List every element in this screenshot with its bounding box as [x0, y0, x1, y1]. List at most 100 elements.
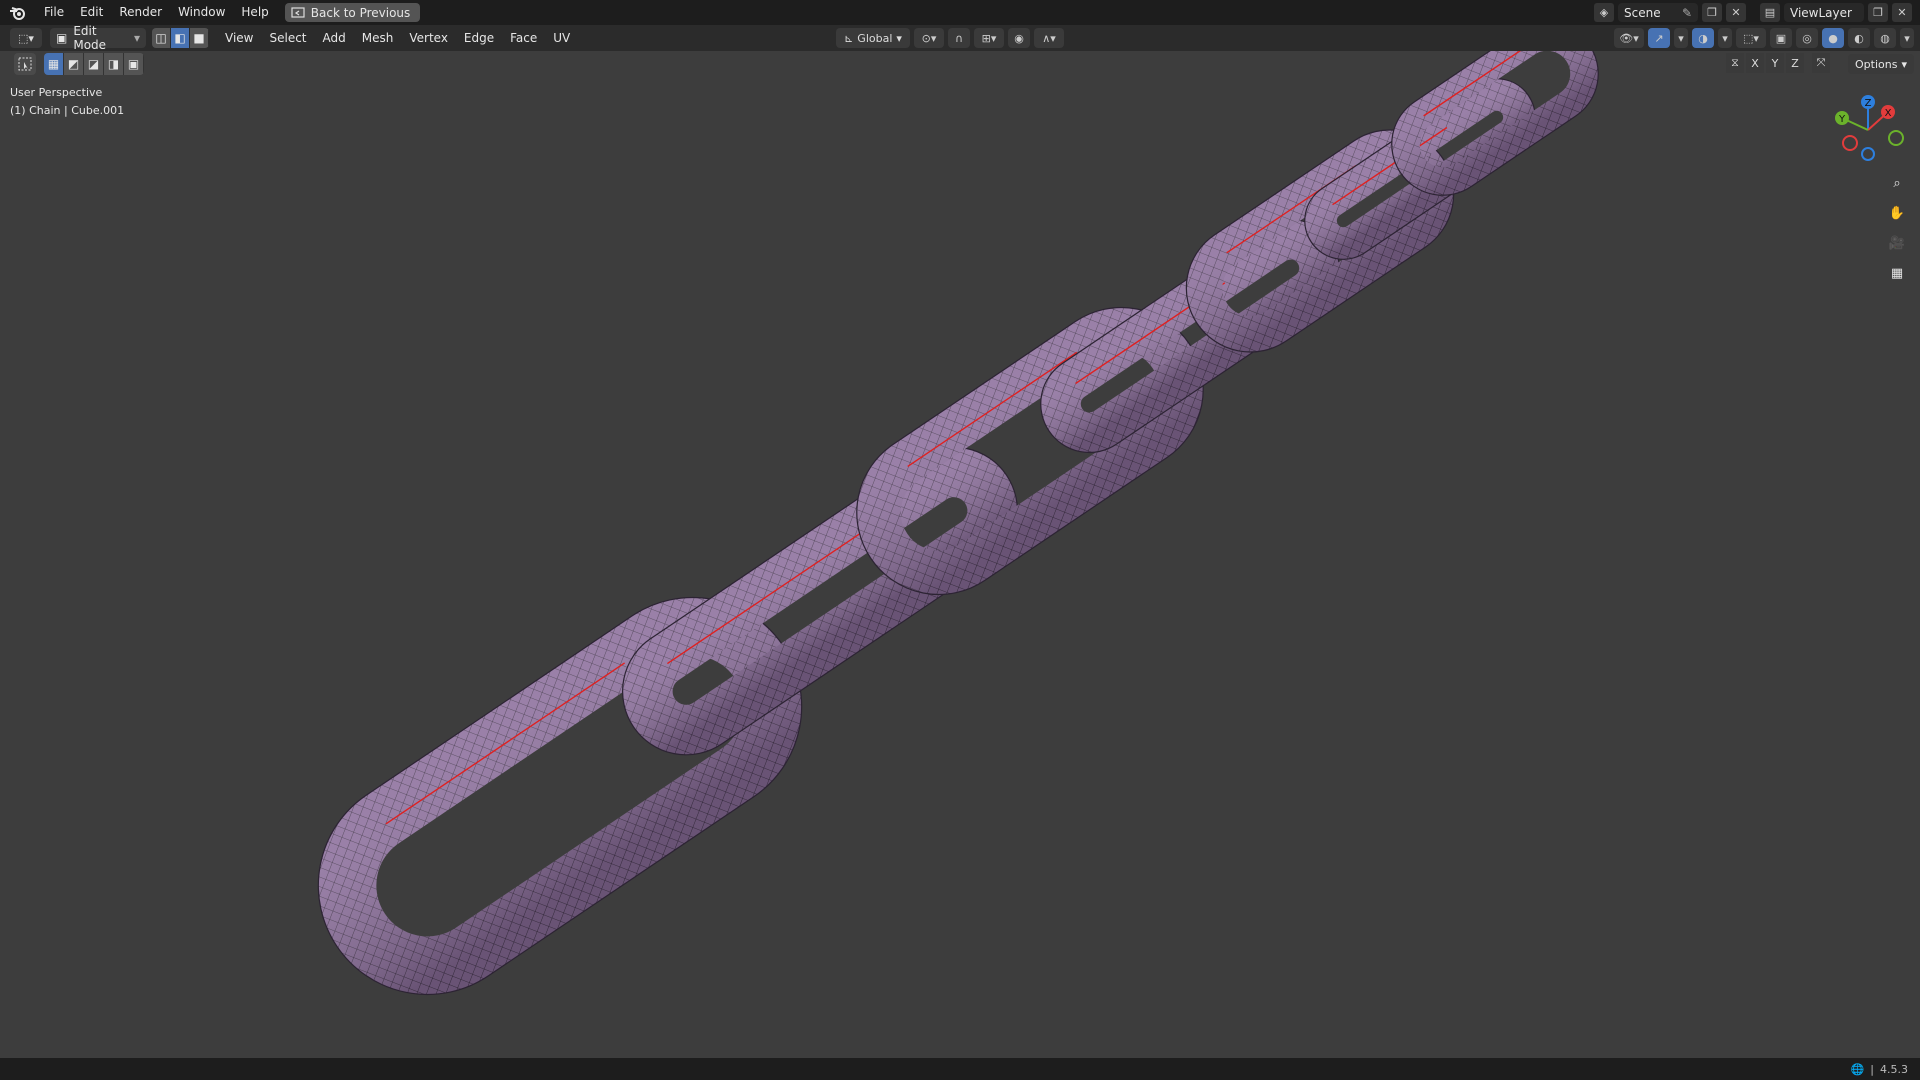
- visibility-eye-icon[interactable]: 👁▾: [1614, 28, 1644, 48]
- falloff-curve-icon[interactable]: ∧▾: [1034, 28, 1064, 48]
- material-shading-icon[interactable]: ◐: [1848, 28, 1870, 48]
- chevron-down-icon[interactable]: ▾: [1718, 28, 1732, 48]
- rendered-shading-icon[interactable]: ◍: [1874, 28, 1896, 48]
- chain-mesh[interactable]: [0, 51, 1920, 1058]
- gizmo-x-label: X: [1885, 108, 1892, 119]
- chevron-down-icon: ▾: [1901, 57, 1907, 71]
- status-separator: |: [1870, 1062, 1874, 1076]
- transform-orientation-dropdown[interactable]: ⊾ Global ▾: [836, 28, 910, 48]
- viewlayer-name-field[interactable]: ViewLayer: [1784, 3, 1864, 22]
- chain-links-group: [276, 51, 1599, 1037]
- chevron-down-icon: ▾: [133, 31, 140, 45]
- set-selection-icon[interactable]: ▦: [44, 53, 64, 75]
- viewport-display-tools: 👁▾ ↗ ▾ ◑ ▾ ⬚▾ ▣ ◎ ● ◐ ◍ ▾: [1614, 28, 1914, 48]
- zoom-magnifier-icon[interactable]: ⌕: [1886, 172, 1908, 194]
- tool-settings-row: ▦ ◩ ◪ ◨ ▣ ⧖ X Y Z ⤧ Options ▾: [0, 51, 1920, 77]
- scene-name-label: Scene: [1624, 5, 1661, 20]
- menu-view[interactable]: View: [217, 31, 261, 45]
- gizmo-toggle-icon[interactable]: ↗: [1648, 28, 1670, 48]
- overlays-toggle-icon[interactable]: ◑: [1692, 28, 1714, 48]
- menu-select[interactable]: Select: [261, 31, 314, 45]
- chevron-down-icon[interactable]: ▾: [1900, 28, 1914, 48]
- 3d-viewport[interactable]: [0, 51, 1920, 1058]
- wireframe-shading-icon[interactable]: ◎: [1796, 28, 1818, 48]
- gizmo-neg-z-axis[interactable]: [1861, 147, 1875, 161]
- menu-edit[interactable]: Edit: [72, 0, 111, 25]
- pin-icon[interactable]: ✎: [1682, 6, 1692, 20]
- intersect-selection-icon[interactable]: ▣: [124, 53, 144, 75]
- camera-view-icon[interactable]: 🎥: [1886, 232, 1908, 254]
- menu-face[interactable]: Face: [502, 31, 545, 45]
- top-menu-bar: File Edit Render Window Help Back to Pre…: [0, 0, 1920, 25]
- pivot-point-icon[interactable]: ⊙▾: [914, 28, 944, 48]
- vertex-select-icon[interactable]: ◫: [152, 28, 171, 48]
- menu-uv[interactable]: UV: [545, 31, 578, 45]
- axis-z-toggle[interactable]: Z: [1786, 53, 1804, 73]
- orientation-label: Global: [857, 31, 893, 45]
- workspace-controls: ◈ Scene ✎ ❐ ✕ ▤ ViewLayer ❐ ✕: [1594, 0, 1920, 25]
- gizmo-y-label: Y: [1838, 114, 1846, 125]
- gizmo-z-label: Z: [1865, 98, 1872, 109]
- edge-select-icon[interactable]: ◧: [171, 28, 190, 48]
- scene-name-field[interactable]: Scene ✎: [1618, 3, 1698, 22]
- options-label: Options: [1855, 57, 1898, 71]
- face-select-icon[interactable]: ■: [190, 28, 209, 48]
- navigation-gizmo[interactable]: Z X Y: [1820, 90, 1910, 170]
- active-object-label: (1) Chain | Cube.001: [10, 104, 125, 117]
- proportional-editing-icon[interactable]: ◉: [1008, 28, 1030, 48]
- blender-version-label: 4.5.3: [1880, 1062, 1908, 1076]
- orientation-axes-icon: ⊾: [844, 31, 854, 45]
- gizmo-neg-x-axis[interactable]: [1842, 135, 1858, 151]
- invert-selection-icon[interactable]: ◨: [104, 53, 124, 75]
- auto-merge-icon[interactable]: ⤧: [1812, 53, 1830, 73]
- mode-label: Edit Mode: [73, 24, 107, 52]
- menu-render[interactable]: Render: [111, 0, 170, 25]
- ortho-grid-icon[interactable]: ▦: [1886, 262, 1908, 284]
- mode-dropdown[interactable]: ▣ Edit Mode ▾: [50, 24, 146, 52]
- view-perspective-label: User Perspective: [10, 86, 103, 99]
- menu-mesh[interactable]: Mesh: [354, 31, 402, 45]
- new-viewlayer-icon[interactable]: ❐: [1868, 3, 1888, 22]
- scene-selector-icon[interactable]: ◈: [1594, 3, 1614, 22]
- pan-hand-icon[interactable]: ✋: [1886, 202, 1908, 224]
- chevron-down-icon[interactable]: ▾: [1674, 28, 1688, 48]
- status-bar: 🌐 | 4.5.3: [0, 1058, 1920, 1080]
- chain-link[interactable]: [276, 555, 844, 1037]
- axis-x-toggle[interactable]: X: [1746, 53, 1764, 73]
- gizmo-neg-y-axis[interactable]: [1888, 130, 1904, 146]
- selection-boolean-group: ▦ ◩ ◪ ◨ ▣: [44, 53, 144, 75]
- xray-toggle-icon[interactable]: ▣: [1770, 28, 1792, 48]
- menu-vertex[interactable]: Vertex: [401, 31, 456, 45]
- viewport-header: ⬚▾ ▣ Edit Mode ▾ ◫ ◧ ■ View Select Add M…: [0, 24, 1920, 52]
- viewlayer-selector-icon[interactable]: ▤: [1760, 3, 1780, 22]
- select-box-tool-icon[interactable]: [14, 53, 36, 75]
- transform-tools: ⊾ Global ▾ ⊙▾ ∩ ⊞▾ ◉ ∧▾: [836, 28, 1064, 48]
- edit-mode-icon: ▣: [56, 31, 68, 45]
- menu-help[interactable]: Help: [233, 0, 276, 25]
- mesh-edit-overlays-icon[interactable]: ⬚▾: [1736, 28, 1766, 48]
- snap-target-icon[interactable]: ⊞▾: [974, 28, 1004, 48]
- menu-edge[interactable]: Edge: [456, 31, 502, 45]
- new-scene-icon[interactable]: ❐: [1702, 3, 1722, 22]
- symmetry-icon[interactable]: ⧖: [1726, 53, 1744, 73]
- options-dropdown[interactable]: Options ▾: [1848, 54, 1914, 74]
- solid-shading-icon[interactable]: ●: [1822, 28, 1844, 48]
- extend-selection-icon[interactable]: ◩: [64, 53, 84, 75]
- delete-viewlayer-icon[interactable]: ✕: [1892, 3, 1912, 22]
- mirror-axes: ⧖ X Y Z ⤧: [1726, 53, 1830, 73]
- select-mode-group: ◫ ◧ ■: [152, 28, 209, 48]
- back-to-previous-label: Back to Previous: [310, 5, 411, 20]
- menu-add[interactable]: Add: [315, 31, 354, 45]
- menu-file[interactable]: File: [36, 0, 72, 25]
- network-globe-icon: 🌐: [1850, 1062, 1865, 1076]
- chevron-down-icon: ▾: [896, 31, 902, 45]
- delete-scene-icon[interactable]: ✕: [1726, 3, 1746, 22]
- snap-magnet-icon[interactable]: ∩: [948, 28, 970, 48]
- editor-type-icon[interactable]: ⬚▾: [10, 28, 42, 48]
- viewlayer-name-label: ViewLayer: [1790, 5, 1852, 20]
- subtract-selection-icon[interactable]: ◪: [84, 53, 104, 75]
- axis-y-toggle[interactable]: Y: [1766, 53, 1784, 73]
- back-to-previous-button[interactable]: Back to Previous: [284, 3, 421, 22]
- menu-window[interactable]: Window: [170, 0, 233, 25]
- blender-logo-icon[interactable]: [0, 0, 36, 25]
